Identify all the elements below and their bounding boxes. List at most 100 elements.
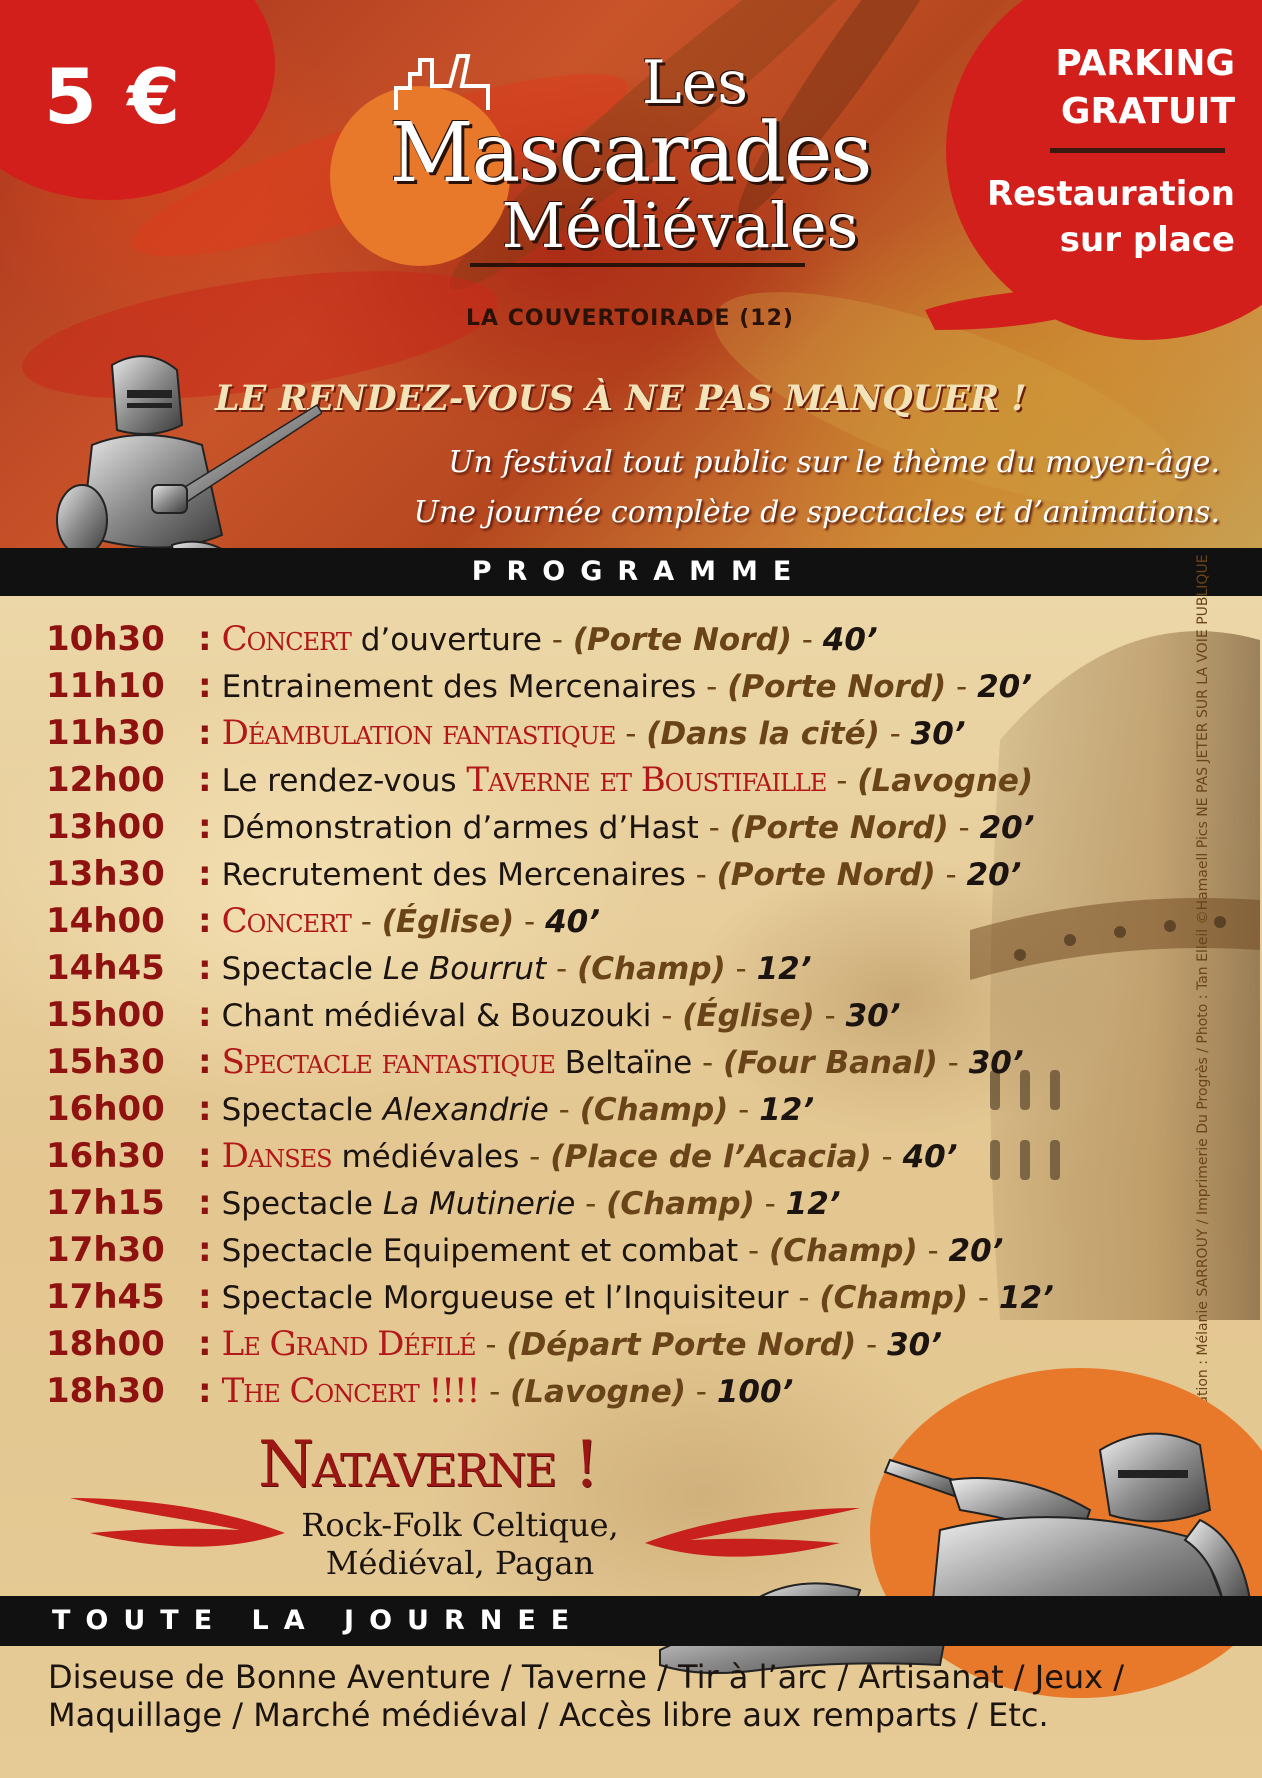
event-duration: 12’ (756, 951, 812, 987)
event-separator: - (575, 1186, 607, 1222)
event-text: Chant médiéval & Bouzouki (221, 998, 652, 1034)
event-duration: 12’ (785, 1186, 841, 1222)
programme-row: 15h30: Spectacle fantastique Beltaïne - (… (46, 1039, 1146, 1086)
programme-row: 16h30: Danses médiévales - (Place de l’Ac… (46, 1133, 1146, 1180)
band-genre-line-2: Médiéval, Pagan (325, 1544, 595, 1582)
event-separator: - (692, 1045, 724, 1081)
programme-row: 11h10: Entrainement des Mercenaires - (Po… (46, 663, 1146, 710)
programme-time: 18h30 (46, 1371, 165, 1411)
event-title: Le Bourrut (382, 951, 547, 987)
event-separator: - (791, 622, 823, 658)
programme-row: 16h00: Spectacle Alexandrie - (Champ) - 1… (46, 1086, 1146, 1133)
event-separator: - (946, 669, 978, 705)
festival-logo: Les Mascarades Médiévales (360, 52, 900, 258)
event-separator: - (725, 951, 757, 987)
programme-time: 17h30 (46, 1230, 165, 1270)
event-separator: - (548, 1092, 580, 1128)
event-title: Alexandrie (382, 1092, 549, 1128)
programme-time: 18h00 (46, 1324, 165, 1364)
event-separator: - (738, 1233, 770, 1269)
swoosh-decoration (925, 270, 1185, 330)
intro-text: Un festival tout public sur le thème du … (320, 438, 1220, 538)
time-separator: : (198, 1136, 212, 1176)
event-text: Spectacle (221, 1186, 383, 1222)
logo-line-les: Les (641, 48, 749, 118)
event-location: (Porte Nord) (572, 622, 792, 658)
event-text: Entrainement des Mercenaires (221, 669, 697, 705)
activities-line-2: Maquillage / Marché médiéval / Accès lib… (48, 1696, 1049, 1734)
event-separator: - (541, 622, 573, 658)
event-separator: - (788, 1280, 820, 1316)
event-highlight: Danses (221, 1136, 333, 1176)
programme-time: 10h30 (46, 619, 165, 659)
event-separator: - (937, 1045, 969, 1081)
event-text: Beltaïne (554, 1045, 693, 1081)
event-location: (Dans la cité) (646, 716, 880, 752)
event-separator: - (814, 998, 846, 1034)
event-separator: - (856, 1327, 888, 1363)
programme-heading-bar: PROGRAMME (0, 548, 1262, 596)
event-duration: 40’ (902, 1139, 958, 1175)
programme-row: 13h00: Démonstration d’armes d’Hast - (Po… (46, 804, 1146, 851)
event-separator: - (879, 716, 911, 752)
time-separator: : (198, 760, 212, 800)
event-separator: - (479, 1374, 511, 1410)
programme-row: 15h00: Chant médiéval & Bouzouki - (Églis… (46, 992, 1146, 1039)
time-separator: : (198, 1089, 212, 1129)
event-location: (Champ) (819, 1280, 968, 1316)
intro-line-2: Une journée complète de spectacles et d’… (413, 495, 1220, 530)
event-highlight: Concert (221, 619, 352, 659)
event-separator: - (968, 1280, 999, 1316)
programme-row: 17h45: Spectacle Morgueuse et l’Inquisite… (46, 1274, 1146, 1321)
programme-row: 14h00: Concert - (Église) - 40’ (46, 898, 1146, 945)
event-duration: 30’ (968, 1045, 1024, 1081)
programme-time: 13h30 (46, 854, 165, 894)
event-location: (Départ Porte Nord) (506, 1327, 857, 1363)
event-location: (Porte Nord) (716, 857, 936, 893)
programme-heading: PROGRAMME (471, 556, 807, 587)
event-location: (Place de l’Acacia) (550, 1139, 872, 1175)
event-highlight: Déambulation fantastique (221, 713, 617, 753)
event-duration: 30’ (845, 998, 901, 1034)
time-separator: : (198, 807, 212, 847)
band-name: Nataverne ! (258, 1428, 599, 1502)
band-genre-line-1: Rock-Folk Celtique, (301, 1506, 619, 1544)
programme-time: 12h00 (46, 760, 165, 800)
programme-time: 15h30 (46, 1042, 165, 1082)
event-duration: 30’ (887, 1327, 942, 1363)
programme-time: 15h00 (46, 995, 165, 1035)
event-separator: - (475, 1327, 507, 1363)
event-location: (Église) (381, 904, 515, 940)
programme-row: 10h30: Concert d’ouverture - (Porte Nord)… (46, 616, 1146, 663)
event-separator: - (871, 1139, 903, 1175)
time-separator: : (198, 1371, 212, 1411)
event-location: (Lavogne) (857, 763, 1034, 799)
event-duration: 40’ (545, 904, 601, 940)
event-duration: 12’ (759, 1092, 815, 1128)
event-text: Démonstration d’armes d’Hast (221, 810, 699, 846)
event-location: (Porte Nord) (729, 810, 949, 846)
time-separator: : (198, 1324, 212, 1364)
time-separator: : (198, 666, 212, 706)
event-duration: 100’ (716, 1374, 794, 1410)
event-text: Spectacle (221, 1092, 383, 1128)
event-separator: - (728, 1092, 760, 1128)
event-text: Le rendez-vous (221, 763, 467, 799)
credits-text: Réalisation : Mélanie SARROUY / Imprimer… (1195, 554, 1211, 1446)
event-separator: - (935, 857, 967, 893)
time-separator: : (198, 619, 212, 659)
time-separator: : (198, 1230, 212, 1270)
programme-time: 16h30 (46, 1136, 165, 1176)
event-location: (Champ) (606, 1186, 755, 1222)
event-duration: 12’ (998, 1280, 1054, 1316)
event-separator: - (350, 904, 382, 940)
logo-line-mascarades: Mascarades (389, 106, 873, 201)
event-highlight: Concert (221, 901, 352, 941)
restauration-label: Restauration sur place (986, 174, 1235, 260)
intro-line-1: Un festival tout public sur le thème du … (448, 445, 1220, 480)
time-separator: : (198, 995, 212, 1035)
event-location: (Porte Nord) (727, 669, 947, 705)
event-location: (Champ) (579, 1092, 729, 1128)
event-text: d’ouverture (350, 622, 542, 658)
event-duration: 40’ (822, 622, 878, 658)
